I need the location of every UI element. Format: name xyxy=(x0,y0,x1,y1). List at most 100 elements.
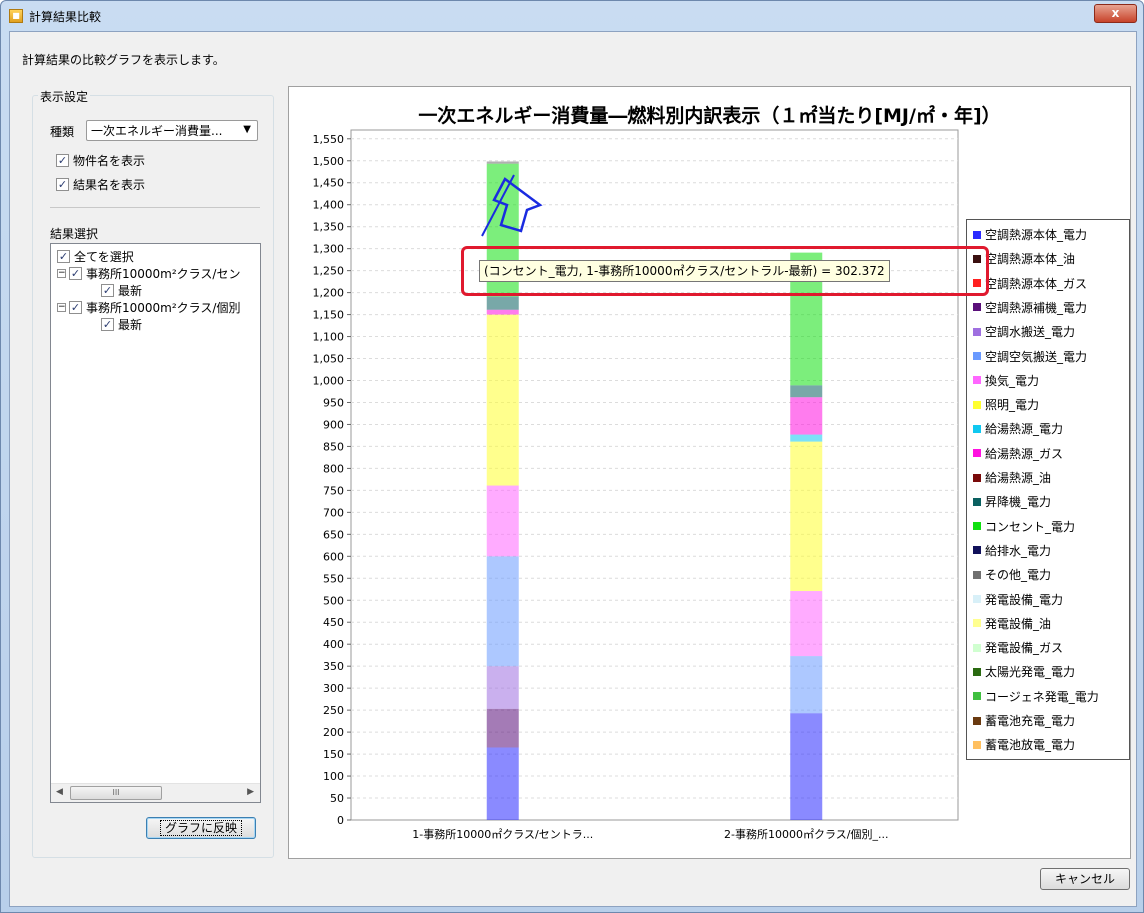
legend-item: 照明_電力 xyxy=(973,396,1039,413)
legend-item: その他_電力 xyxy=(973,566,1051,583)
y-tick-label: 750 xyxy=(323,484,344,497)
y-tick-label: 50 xyxy=(330,792,344,805)
legend-item: 給排水_電力 xyxy=(973,542,1051,559)
legend-item: 換気_電力 xyxy=(973,372,1039,389)
bar-segment xyxy=(486,296,519,310)
legend-item: 発電設備_油 xyxy=(973,615,1051,632)
y-tick-label: 1,000 xyxy=(313,375,345,388)
bar-segment xyxy=(486,161,519,164)
y-tick-label: 350 xyxy=(323,660,344,673)
y-tick-label: 500 xyxy=(323,594,344,607)
y-tick-label: 1,200 xyxy=(313,287,345,300)
y-tick-label: 450 xyxy=(323,616,344,629)
legend-label: 太陽光発電_電力 xyxy=(985,665,1076,680)
legend-label: 給湯熱源_電力 xyxy=(985,422,1064,437)
y-tick-label: 1,500 xyxy=(313,155,345,168)
legend-item: 給湯熱源_電力 xyxy=(973,420,1063,437)
bar-segment xyxy=(790,713,823,820)
y-tick-label: 300 xyxy=(323,682,344,695)
bar-segment xyxy=(790,656,823,714)
legend-label: 発電設備_電力 xyxy=(985,592,1064,607)
legend-swatch xyxy=(973,230,981,239)
legend-label: 蓄電池放電_電力 xyxy=(985,738,1076,753)
chart-legend: 空調熱源本体_電力 空調熱源本体_油 空調熱源本体_ガス空調熱源補機_電力 空調水搬送… xyxy=(966,219,1130,760)
bar-segment xyxy=(790,385,823,398)
y-tick-label: 950 xyxy=(323,396,344,409)
bar-segment xyxy=(790,591,823,657)
legend-item: 空調熱源補機_電力 xyxy=(973,299,1087,316)
legend-item: 発電設備_電力 xyxy=(973,591,1063,608)
legend-label: 発電設備_ガス xyxy=(985,641,1064,656)
y-tick-label: 150 xyxy=(323,748,344,761)
y-tick-label: 1,350 xyxy=(313,221,345,234)
legend-swatch xyxy=(973,692,981,701)
y-tick-label: 550 xyxy=(323,572,344,585)
legend-label: 給湯熱源_ガス xyxy=(985,446,1064,461)
cancel-button[interactable]: キャンセル xyxy=(1040,868,1130,890)
y-tick-label: 850 xyxy=(323,440,344,453)
legend-swatch xyxy=(973,327,981,336)
legend-label: 給排水_電力 xyxy=(985,543,1052,558)
legend-item: 蓄電池充電_電力 xyxy=(973,712,1075,729)
legend-item: 太陽光発電_電力 xyxy=(973,663,1075,680)
legend-label: 照明_電力 xyxy=(985,398,1040,413)
legend-label: 空調水搬送_電力 xyxy=(985,325,1076,340)
y-tick-label: 1,150 xyxy=(313,309,345,322)
y-tick-label: 650 xyxy=(323,528,344,541)
bar-segment xyxy=(486,747,519,820)
legend-label: 発電設備_油 xyxy=(985,616,1052,631)
legend-label: 蓄電池充電_電力 xyxy=(985,714,1076,728)
y-tick-label: 900 xyxy=(323,418,344,431)
highlight-box xyxy=(461,246,989,296)
bar-segment xyxy=(486,666,519,709)
legend-swatch xyxy=(973,473,981,482)
legend-swatch xyxy=(973,667,981,676)
y-tick-label: 200 xyxy=(323,726,344,739)
legend-label: その他_電力 xyxy=(985,568,1052,583)
plot-area xyxy=(350,129,959,821)
legend-label: 換気_電力 xyxy=(985,373,1040,388)
legend-label: 空調熱源本体_ガス xyxy=(985,276,1088,291)
legend-label: コージェネ発電_電力 xyxy=(985,689,1099,704)
legend-label: コンセント_電力 xyxy=(985,519,1076,534)
bar-segment xyxy=(486,314,519,486)
legend-swatch xyxy=(973,595,981,603)
legend-label: 昇降機_電力 xyxy=(985,495,1052,510)
y-tick-label: 800 xyxy=(323,462,344,475)
legend-item: コンセント_電力 xyxy=(973,518,1075,535)
legend-swatch xyxy=(973,303,981,312)
y-tick-label: 1,450 xyxy=(313,177,345,190)
y-tick-label: 700 xyxy=(323,506,344,519)
legend-item: 給湯熱源_ガス xyxy=(973,445,1063,462)
legend-label: 給湯熱源_油 xyxy=(985,471,1052,485)
y-tick-label: 1,550 xyxy=(313,133,345,146)
legend-swatch xyxy=(973,400,981,409)
bar-segment xyxy=(790,397,823,435)
legend-item: 空調熱源本体_電力 xyxy=(973,226,1087,243)
bar-segment xyxy=(486,708,519,748)
legend-item: 空調水搬送_電力 xyxy=(973,323,1075,340)
legend-swatch xyxy=(973,424,981,433)
bar-segment xyxy=(486,309,519,315)
y-tick-label: 0 xyxy=(337,814,344,827)
legend-swatch xyxy=(973,570,981,579)
y-tick-label: 400 xyxy=(323,638,344,651)
legend-item: 空調熱源本体_ガス xyxy=(973,275,1087,292)
x-tick-label: 1-事務所10000㎡クラス/セントラ... xyxy=(412,827,593,841)
legend-swatch xyxy=(973,449,981,458)
legend-swatch xyxy=(973,716,981,725)
legend-item: 空調空気搬送_電力 xyxy=(973,348,1087,365)
legend-item: 給湯熱源_油 xyxy=(973,469,1051,486)
y-tick-label: 600 xyxy=(323,550,344,563)
legend-label: 空調熱源本体_電力 xyxy=(985,228,1088,242)
legend-label: 空調熱源本体_油 xyxy=(985,252,1076,267)
x-tick-label: 2-事務所10000㎡クラス/個別_... xyxy=(724,827,888,841)
y-tick-label: 1,400 xyxy=(313,199,345,212)
bar-segment xyxy=(790,434,823,442)
bar-segment xyxy=(486,485,519,557)
y-tick-label: 1,050 xyxy=(313,353,345,366)
bar-segment xyxy=(790,441,823,592)
legend-swatch xyxy=(973,376,981,385)
legend-item: 発電設備_ガス xyxy=(973,639,1063,656)
legend-swatch xyxy=(973,546,981,555)
